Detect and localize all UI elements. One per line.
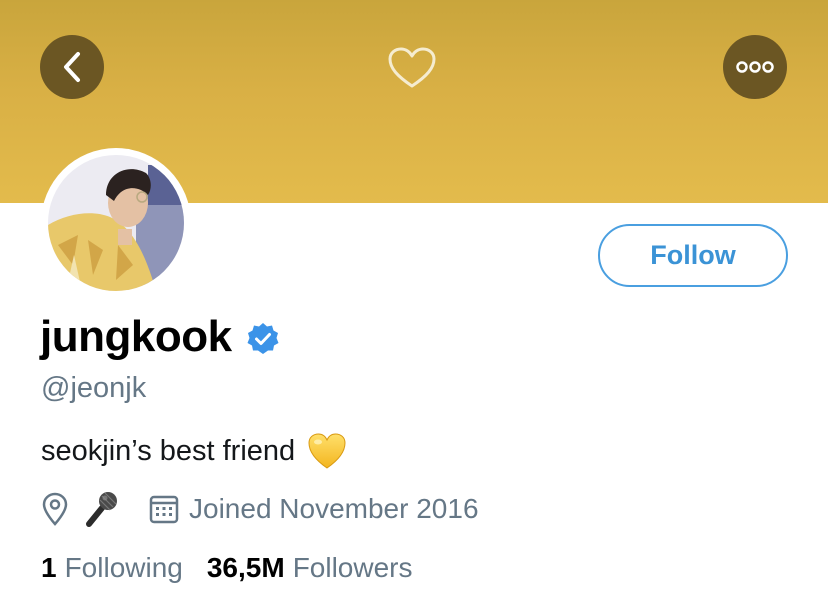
avatar-photo	[48, 155, 184, 291]
microphone-emoji-icon	[86, 492, 117, 527]
heart-outline-icon[interactable]	[387, 46, 437, 90]
verified-badge-icon	[247, 323, 279, 354]
following-label: Following	[64, 552, 183, 583]
yellow-heart-emoji-icon	[308, 433, 346, 469]
joined-date: Joined November 2016	[189, 493, 479, 524]
display-name: jungkook	[40, 312, 232, 361]
profile-stats-row: 1 Following 36,5M Followers	[41, 552, 413, 584]
avatar[interactable]	[41, 148, 191, 298]
following-count: 1	[41, 552, 57, 583]
followers-count: 36,5M	[206, 552, 285, 583]
calendar-icon	[149, 495, 179, 524]
follow-button[interactable]: Follow	[598, 224, 788, 287]
more-options-button[interactable]	[723, 35, 787, 99]
profile-bio: seokjin’s best friend	[41, 432, 347, 470]
followers-stat[interactable]: 36,5M Followers	[207, 552, 413, 584]
following-stat[interactable]: 1 Following	[41, 552, 183, 584]
more-dots-icon	[736, 61, 774, 73]
profile-meta-row: Joined November 2016	[41, 488, 479, 530]
bio-text: seokjin’s best friend	[41, 434, 296, 467]
profile-handle: @jeonjk	[41, 372, 147, 404]
location-pin-icon	[42, 492, 68, 526]
back-button[interactable]	[40, 35, 104, 99]
followers-label: Followers	[292, 552, 413, 583]
profile-name-row: jungkook	[40, 312, 280, 362]
chevron-left-icon	[64, 52, 80, 82]
